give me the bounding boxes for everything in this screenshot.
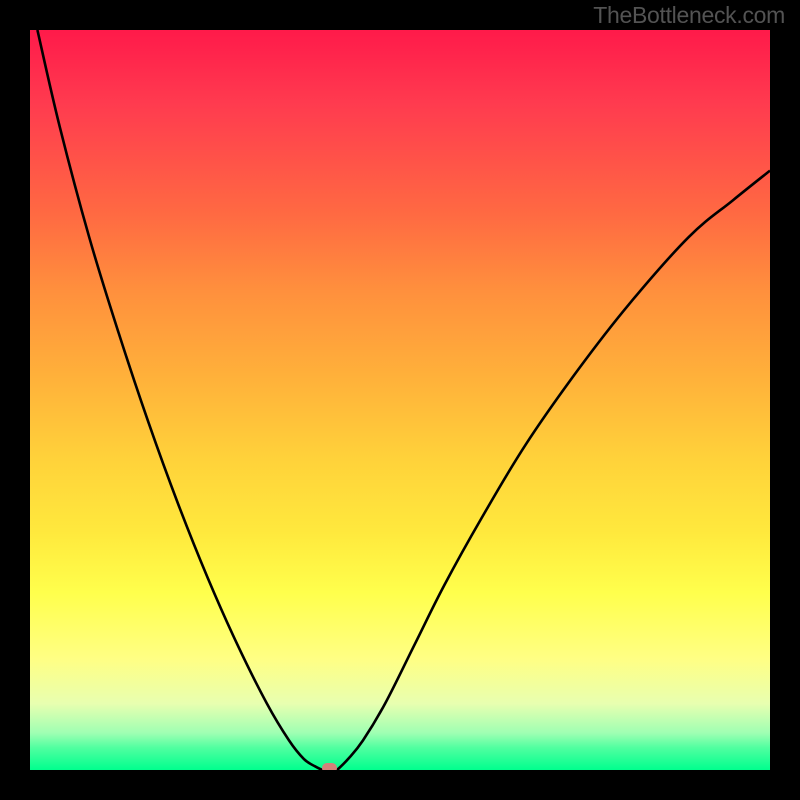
- curve-path: [37, 30, 770, 770]
- bottleneck-curve: [30, 30, 770, 770]
- chart-plot-area: [30, 30, 770, 770]
- min-point-marker: [322, 763, 337, 770]
- watermark-text: TheBottleneck.com: [593, 2, 785, 29]
